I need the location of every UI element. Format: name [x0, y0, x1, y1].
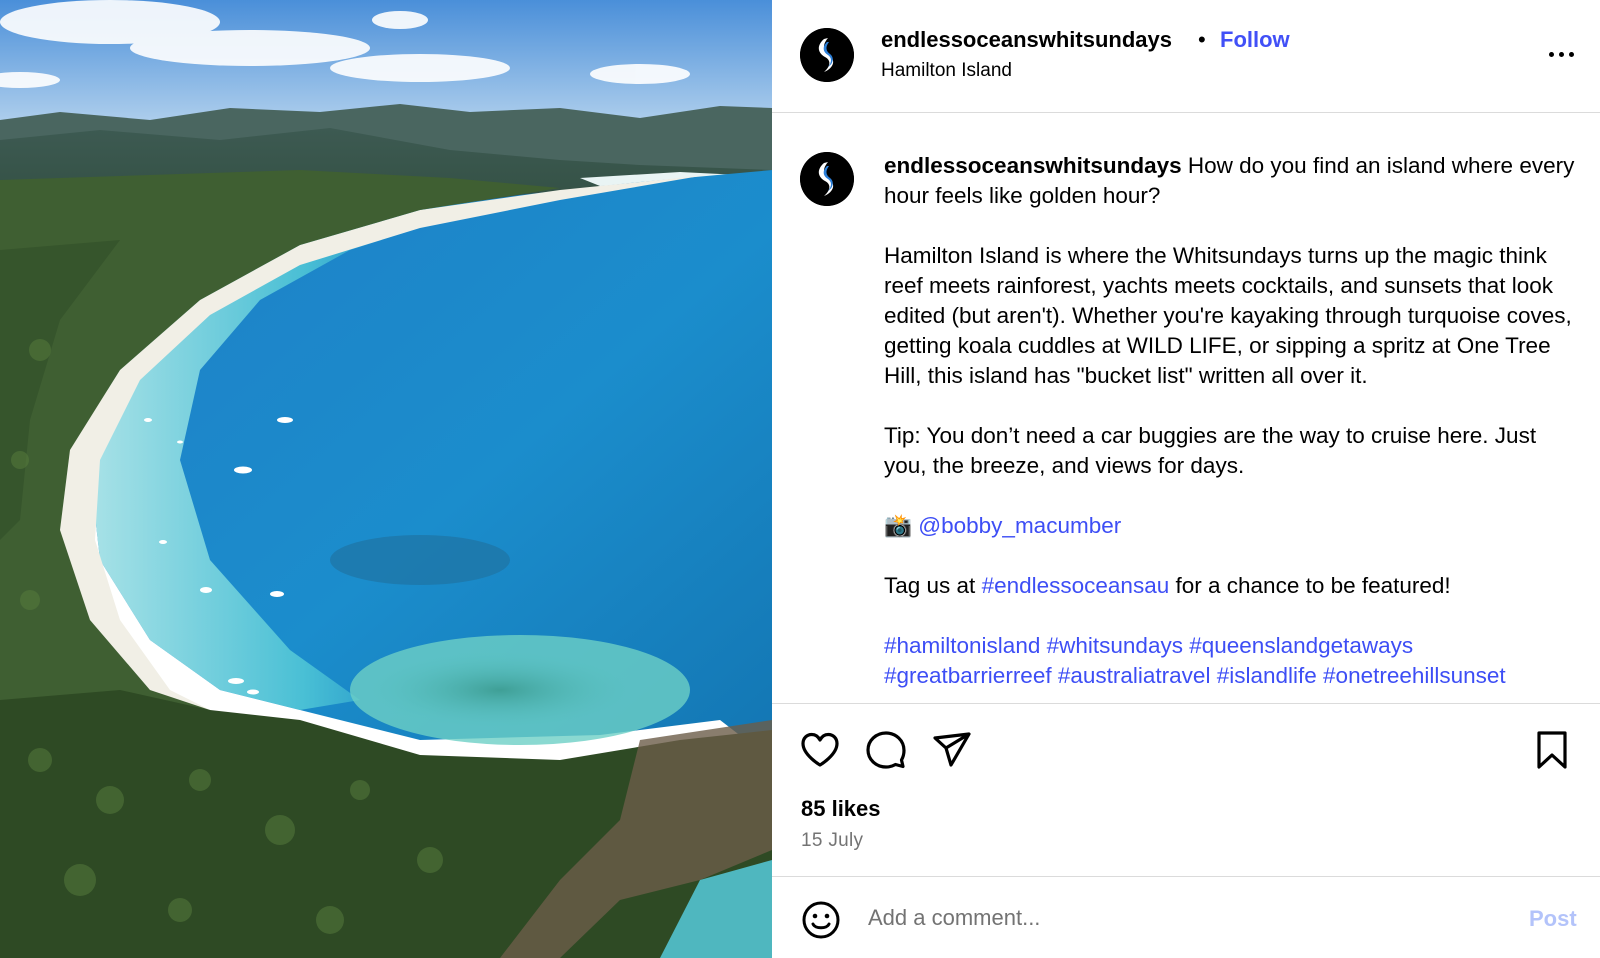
caption-avatar[interactable] — [800, 152, 854, 206]
caption-paragraph-1: Hamilton Island is where the Whitsundays… — [884, 243, 1572, 388]
hashtag-list: #hamiltonisland #whitsundays #queensland… — [884, 631, 1584, 691]
header-username[interactable]: endlessoceanswhitsundays — [881, 27, 1172, 53]
post-comment-button[interactable]: Post — [1529, 906, 1577, 932]
header-separator: • — [1198, 27, 1206, 52]
likes-count[interactable]: 85 likes — [801, 796, 881, 822]
hashtag-link[interactable]: #queenslandgetaways — [1189, 633, 1413, 658]
camera-emoji: 📸 — [884, 513, 913, 538]
caption-paragraph-2: Tip: You don’t need a car buggies are th… — [884, 423, 1537, 478]
tag-suffix: for a chance to be featured! — [1175, 573, 1451, 598]
bookmark-icon[interactable] — [1530, 728, 1574, 772]
brand-wave-logo-icon — [800, 152, 854, 206]
more-options-icon[interactable] — [1542, 40, 1582, 68]
hashtag-link[interactable]: #greatbarrierreef — [884, 663, 1052, 688]
brand-wave-logo-icon — [800, 28, 854, 82]
hashtag-link[interactable]: #australiatravel — [1058, 663, 1211, 688]
hashtag-link[interactable]: #hamiltonisland — [884, 633, 1040, 658]
beach-aerial-image — [0, 0, 772, 958]
emoji-icon[interactable] — [801, 900, 841, 940]
post-header: endlessoceanswhitsundays • Follow Hamilt… — [772, 0, 1600, 113]
location-link[interactable]: Hamilton Island — [881, 60, 1012, 82]
post-date[interactable]: 15 July — [801, 830, 863, 852]
post-photo[interactable] — [0, 0, 772, 958]
caption-username[interactable]: endlessoceanswhitsundays — [884, 153, 1182, 178]
follow-button[interactable]: Follow — [1220, 27, 1290, 53]
post-details-panel: endlessoceanswhitsundays • Follow Hamilt… — [772, 0, 1600, 958]
hashtag-link[interactable]: #whitsundays — [1047, 633, 1183, 658]
post-actions: 85 likes 15 July — [772, 703, 1600, 877]
comment-icon[interactable] — [864, 728, 908, 772]
comment-input[interactable] — [868, 896, 1468, 940]
share-icon[interactable] — [930, 728, 974, 772]
caption-section[interactable]: endlessoceanswhitsundays How do you find… — [772, 114, 1600, 703]
caption-text: endlessoceanswhitsundays How do you find… — [884, 151, 1584, 691]
tag-prefix: Tag us at — [884, 573, 976, 598]
tag-hashtag-link[interactable]: #endlessoceansau — [982, 573, 1170, 598]
photo-credit-mention[interactable]: @bobby_macumber — [918, 513, 1121, 538]
hashtag-link[interactable]: #onetreehillsunset — [1323, 663, 1506, 688]
avatar[interactable] — [800, 28, 854, 82]
heart-icon[interactable] — [798, 728, 842, 772]
hashtag-link[interactable]: #islandlife — [1217, 663, 1317, 688]
comment-bar: Post — [772, 878, 1600, 958]
